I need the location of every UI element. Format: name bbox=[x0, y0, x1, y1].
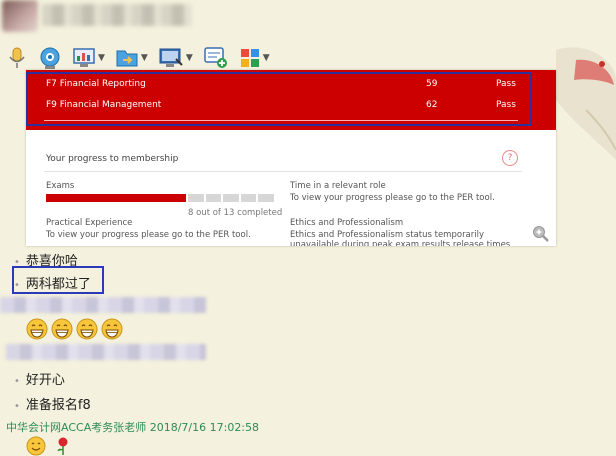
chat-message: • 两科都过了 bbox=[14, 273, 91, 292]
message-text: 两科都过了 bbox=[25, 277, 91, 292]
apps-icon bbox=[240, 49, 259, 67]
result-status: Pass bbox=[496, 79, 516, 89]
screen-share-icon bbox=[73, 48, 95, 67]
webcam-icon bbox=[40, 47, 60, 69]
chevron-down-icon[interactable]: ▼ bbox=[98, 53, 105, 63]
send-file-icon bbox=[116, 50, 138, 67]
time-in-role-label: Time in a relevant role bbox=[290, 181, 386, 191]
exams-progress-segment bbox=[188, 194, 204, 202]
exams-progress-segment bbox=[240, 194, 257, 202]
exams-progress-fill bbox=[46, 194, 187, 202]
ethics-label: Ethics and Professionalism bbox=[290, 218, 404, 228]
result-score: 59 bbox=[426, 79, 438, 89]
grin-emoji-icon bbox=[76, 318, 98, 340]
chat-message: • 好开心 bbox=[14, 369, 65, 388]
ethics-text-truncated: unavailable during peak exam results rel… bbox=[290, 240, 511, 246]
microphone-icon bbox=[9, 47, 25, 68]
avatar[interactable] bbox=[2, 0, 38, 32]
remote-desktop-button[interactable]: ▼ bbox=[158, 47, 193, 69]
result-row: F7 Financial Reporting 59 Pass bbox=[46, 79, 536, 89]
progress-title: Your progress to membership bbox=[46, 154, 179, 164]
shared-screenshot-image[interactable]: F7 Financial Reporting 59 Pass F9 Financ… bbox=[26, 70, 556, 246]
rose-icon bbox=[57, 437, 68, 455]
grin-emoji-icon bbox=[101, 318, 123, 340]
exams-progress-segment bbox=[205, 194, 222, 202]
result-subject: F9 Financial Management bbox=[46, 100, 162, 110]
exams-progress-bar bbox=[46, 194, 275, 202]
send-file-button[interactable]: ▼ bbox=[115, 47, 148, 69]
new-message-button[interactable] bbox=[203, 46, 229, 70]
exams-progress-segment bbox=[258, 194, 275, 202]
voice-button[interactable] bbox=[6, 46, 28, 70]
result-subject: F7 Financial Reporting bbox=[46, 79, 146, 89]
chevron-down-icon[interactable]: ▼ bbox=[186, 53, 193, 63]
divider bbox=[44, 171, 522, 172]
message-text: 准备报名f8 bbox=[25, 398, 91, 413]
remote-desktop-icon bbox=[159, 48, 183, 67]
video-call-button[interactable] bbox=[38, 46, 62, 70]
bullet-icon: • bbox=[14, 280, 20, 291]
practical-experience-label: Practical Experience bbox=[46, 218, 133, 228]
exam-results-banner: F7 Financial Reporting 59 Pass F9 Financ… bbox=[26, 70, 556, 130]
chevron-down-icon[interactable]: ▼ bbox=[263, 53, 270, 63]
emoji-message bbox=[26, 318, 126, 340]
help-icon[interactable]: ? bbox=[502, 150, 518, 166]
chevron-down-icon[interactable]: ▼ bbox=[141, 53, 148, 63]
blurred-sender-line bbox=[0, 297, 206, 313]
divider bbox=[44, 120, 518, 121]
reply-emoji-message bbox=[26, 436, 72, 456]
message-add-icon bbox=[204, 47, 227, 68]
chat-toolbar: ▼ ▼ ▼ ▼ bbox=[6, 44, 280, 72]
blurred-sender-line bbox=[6, 344, 206, 360]
grin-emoji-icon bbox=[26, 318, 48, 340]
apps-button[interactable]: ▼ bbox=[239, 47, 270, 69]
screen-share-button[interactable]: ▼ bbox=[72, 47, 105, 69]
contact-name-blurred bbox=[42, 4, 192, 26]
exams-progress-segment bbox=[223, 194, 239, 202]
practical-experience-text: To view your progress please go to the P… bbox=[46, 230, 251, 240]
chat-header bbox=[0, 0, 616, 40]
ethics-text: Ethics and Professionalism status tempor… bbox=[290, 230, 485, 240]
smile-emoji-icon bbox=[26, 436, 46, 456]
sender-timestamp: 中华会计网ACCA考务张老师 2018/7/16 17:02:58 bbox=[6, 421, 260, 434]
exams-status: 8 out of 13 completed bbox=[188, 208, 283, 218]
exams-label: Exams bbox=[46, 181, 75, 191]
bullet-icon: • bbox=[14, 401, 20, 412]
result-score: 62 bbox=[426, 100, 438, 110]
message-text: 好开心 bbox=[25, 373, 65, 388]
result-status: Pass bbox=[496, 100, 516, 110]
time-in-role-text: To view your progress please go to the P… bbox=[290, 193, 495, 203]
result-row: F9 Financial Management 62 Pass bbox=[46, 100, 536, 110]
chat-message: • 准备报名f8 bbox=[14, 394, 91, 413]
zoom-in-icon[interactable] bbox=[532, 225, 550, 243]
grin-emoji-icon bbox=[51, 318, 73, 340]
bullet-icon: • bbox=[14, 376, 20, 387]
